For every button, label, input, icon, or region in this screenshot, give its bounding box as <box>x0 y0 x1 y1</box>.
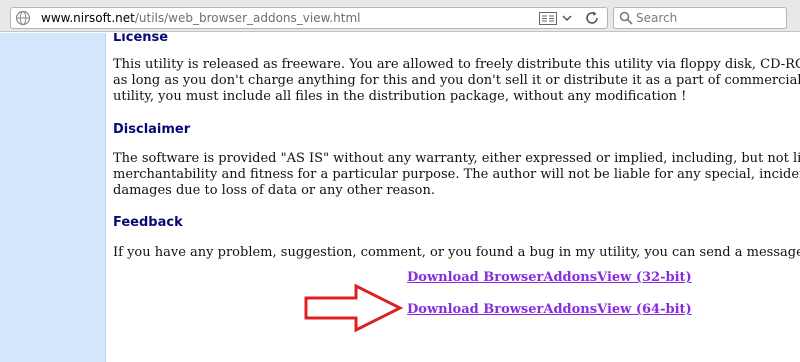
disclaimer-heading: Disclaimer <box>113 122 191 137</box>
disclaimer-line-2: merchantability and fitness for a partic… <box>113 167 800 182</box>
reload-icon[interactable] <box>584 10 600 26</box>
search-bar[interactable] <box>613 7 787 29</box>
disclaimer-line-1: The software is provided "AS IS" without… <box>113 151 800 166</box>
red-arrow-icon <box>304 284 404 332</box>
page-content: License This utility is released as free… <box>113 33 800 362</box>
license-line-1: This utility is released as freeware. Yo… <box>113 57 800 72</box>
disclaimer-line-3: damages due to loss of data or any other… <box>113 183 435 198</box>
search-icon[interactable] <box>619 11 633 25</box>
browser-toolbar: www.nirsoft.net/utils/web_browser_addons… <box>0 0 800 32</box>
url-host: www.nirsoft.net <box>41 11 135 25</box>
reader-view-icon[interactable] <box>539 12 557 25</box>
feedback-message: If you have any problem, suggestion, com… <box>113 245 800 260</box>
license-line-2: as long as you don't charge anything for… <box>113 73 800 88</box>
feedback-text: If you have any problem, suggestion, com… <box>113 245 800 261</box>
download-64bit-link[interactable]: Download BrowserAddonsView (64-bit) <box>407 302 692 317</box>
download-32bit-link[interactable]: Download BrowserAddonsView (32-bit) <box>407 270 692 285</box>
url-text[interactable]: www.nirsoft.net/utils/web_browser_addons… <box>41 11 360 25</box>
url-path: /utils/web_browser_addons_view.html <box>134 11 361 25</box>
search-input[interactable] <box>636 9 781 27</box>
dropdown-icon[interactable] <box>562 13 572 23</box>
left-sidebar <box>0 33 106 362</box>
license-heading: License <box>113 33 169 45</box>
globe-icon[interactable] <box>15 10 31 26</box>
feedback-heading: Feedback <box>113 215 183 230</box>
license-line-3: utility, you must include all files in t… <box>113 89 687 104</box>
address-bar[interactable]: www.nirsoft.net/utils/web_browser_addons… <box>10 7 608 29</box>
